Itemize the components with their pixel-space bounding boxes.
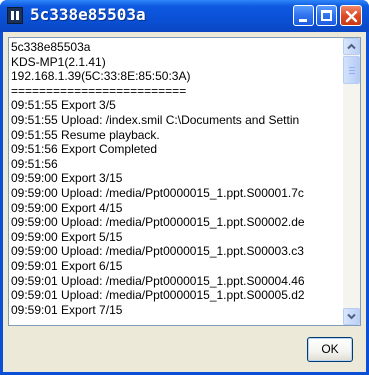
log-line: 09:59:00 Upload: /media/Ppt0000015_1.ppt…: [11, 185, 304, 200]
scroll-down-button[interactable]: [343, 308, 360, 325]
log-line: 09:59:01 Upload: /media/Ppt0000015_1.ppt…: [11, 288, 305, 303]
arrow-down-icon: [347, 313, 356, 320]
maximize-button[interactable]: [316, 5, 337, 26]
log-line: 09:59:01 Export 7/15: [11, 302, 123, 317]
window-title: 5c338e85503a: [30, 5, 146, 24]
log-line: 09:59:00 Export 3/15: [11, 171, 123, 186]
scroll-thumb[interactable]: [343, 56, 360, 84]
log-line: 09:51:55 Resume playback.: [11, 127, 160, 142]
arrow-up-icon: [347, 43, 356, 50]
log-line: 09:51:56: [11, 156, 58, 171]
scroll-up-button[interactable]: [343, 38, 360, 55]
minimize-icon: [299, 19, 307, 22]
log-line: 09:59:00 Upload: /media/Ppt0000015_1.ppt…: [11, 215, 305, 230]
log-line: 09:59:01 Export 6/15: [11, 258, 123, 273]
log-line: 192.168.1.39(5C:33:8E:85:50:3A): [11, 69, 191, 84]
app-icon[interactable]: [7, 7, 23, 24]
log-line: KDS-MP1(2.1.41): [11, 54, 106, 69]
maximize-icon: [321, 10, 332, 21]
minimize-button[interactable]: [293, 5, 314, 26]
log-line: 09:51:55 Upload: /index.smil C:\Document…: [11, 112, 300, 127]
ok-button[interactable]: OK: [307, 337, 353, 362]
title-bar[interactable]: 5c338e85503a: [0, 0, 369, 32]
log-dialog-window: 5c338e85503a 5c338e85503a KDS-MP1(2.1.41)…: [0, 0, 369, 375]
close-icon: [345, 10, 358, 23]
log-line: 09:59:00 Upload: /media/Ppt0000015_1.ppt…: [11, 244, 304, 259]
log-line: 09:51:56 Export Completed: [11, 142, 158, 157]
log-lines: 5c338e85503a KDS-MP1(2.1.41) 192.168.1.39(…: [11, 40, 341, 325]
log-line: =========================: [11, 83, 187, 98]
vertical-scrollbar[interactable]: [343, 38, 360, 325]
log-textarea[interactable]: 5c338e85503a KDS-MP1(2.1.41) 192.168.1.39(…: [8, 37, 361, 326]
close-button[interactable]: [340, 5, 362, 26]
log-line: 5c338e85503a: [11, 40, 91, 54]
log-line: 09:51:55 Export 3/5: [11, 98, 116, 113]
log-line: 09:59:00 Export 4/15: [11, 200, 123, 215]
log-line: 09:59:00 Export 5/15: [11, 229, 123, 244]
log-line: 09:59:01 Upload: /media/Ppt0000015_1.ppt…: [11, 273, 305, 288]
dialog-body: 5c338e85503a KDS-MP1(2.1.41) 192.168.1.39(…: [3, 32, 366, 372]
